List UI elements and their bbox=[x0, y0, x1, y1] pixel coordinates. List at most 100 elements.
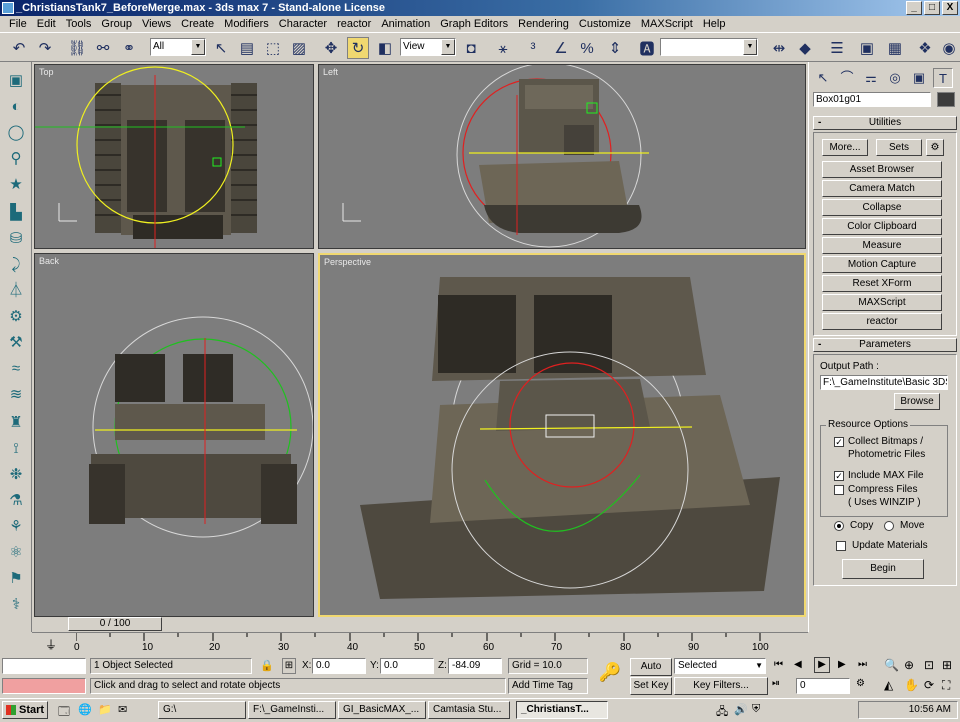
copy-radio[interactable] bbox=[834, 521, 844, 531]
next-frame-icon[interactable]: ▶ bbox=[838, 659, 846, 670]
helper-icon[interactable]: ⚒ bbox=[5, 332, 27, 354]
angle-snap-icon[interactable]: ∠ bbox=[550, 37, 572, 59]
maxscript-listener-output[interactable] bbox=[2, 678, 86, 694]
select-and-link-icon[interactable]: ⛓ bbox=[66, 37, 88, 59]
current-frame-field[interactable]: 0 bbox=[796, 678, 850, 694]
lock-icon[interactable]: 🔒 bbox=[260, 659, 274, 672]
menu-rendering[interactable]: Rendering bbox=[513, 16, 574, 32]
unlink-icon[interactable]: ⚯ bbox=[92, 37, 114, 59]
space-warp-icon[interactable]: ⚘ bbox=[5, 516, 27, 538]
track-bar[interactable]: ⏚ 0 10 20 30 40 50 60 70 80 90 100 bbox=[32, 632, 808, 656]
bone-icon[interactable]: ⟟ bbox=[5, 438, 27, 460]
taskbar-item[interactable]: Camtasia Stu... bbox=[428, 701, 510, 719]
begin-button[interactable]: Begin bbox=[842, 559, 924, 579]
tray-icon[interactable]: 🔊 bbox=[734, 703, 748, 716]
menu-graph-editors[interactable]: Graph Editors bbox=[435, 16, 513, 32]
reactor-icon[interactable]: ⚛ bbox=[5, 542, 27, 564]
color-clipboard-button[interactable]: Color Clipboard bbox=[822, 218, 942, 235]
menu-character[interactable]: Character bbox=[274, 16, 332, 32]
time-configuration-icon[interactable]: ⚙ bbox=[856, 678, 865, 689]
utilities-tab-icon[interactable]: T bbox=[933, 68, 953, 88]
key-filters-button[interactable]: Key Filters... bbox=[674, 677, 768, 695]
viewport-top[interactable]: Top bbox=[34, 64, 314, 249]
select-and-scale-icon[interactable]: ◧ bbox=[374, 37, 396, 59]
play-icon[interactable]: ▶ bbox=[814, 657, 830, 673]
select-and-rotate-icon[interactable]: ↻ bbox=[347, 37, 369, 59]
select-by-name-icon[interactable]: ▤ bbox=[236, 37, 258, 59]
viewport-label-top[interactable]: Top bbox=[39, 67, 54, 77]
configure-sets-icon[interactable]: ⚙ bbox=[926, 139, 944, 156]
viewport-left[interactable]: Left bbox=[318, 64, 806, 249]
align-icon[interactable]: ◆ bbox=[794, 37, 816, 59]
z-coordinate-field[interactable]: -84.09 bbox=[448, 658, 502, 674]
named-selection-dropdown[interactable]: ▼ bbox=[660, 38, 758, 56]
object-name-field[interactable]: Box01g01 bbox=[813, 92, 931, 107]
viewport-label-left[interactable]: Left bbox=[323, 67, 338, 77]
layer-manager-icon[interactable]: ☰ bbox=[826, 37, 848, 59]
light-icon[interactable]: ⚲ bbox=[5, 148, 27, 170]
viewport-back[interactable]: Back bbox=[34, 253, 314, 617]
move-radio[interactable] bbox=[884, 521, 894, 531]
quick-launch-icon[interactable]: ✉ bbox=[118, 703, 127, 716]
box-icon[interactable]: ▣ bbox=[5, 70, 27, 92]
maximize-viewport-icon[interactable]: ⛶ bbox=[942, 678, 950, 693]
browse-button[interactable]: Browse bbox=[894, 393, 940, 410]
update-materials-checkbox[interactable] bbox=[836, 541, 846, 551]
reference-coordinate-dropdown[interactable]: View ▼ bbox=[400, 38, 456, 56]
menu-customize[interactable]: Customize bbox=[574, 16, 636, 32]
start-button[interactable]: Start bbox=[2, 701, 48, 719]
undo-icon[interactable]: ↶ bbox=[8, 37, 30, 59]
motion-capture-button[interactable]: Motion Capture bbox=[822, 256, 942, 273]
menu-reactor[interactable]: reactor bbox=[332, 16, 376, 32]
camera-match-button[interactable]: Camera Match bbox=[822, 180, 942, 197]
mirror-icon[interactable]: ⇹ bbox=[768, 37, 790, 59]
redo-icon[interactable]: ↷ bbox=[34, 37, 56, 59]
parameters-rollout-header[interactable]: - Parameters bbox=[813, 338, 957, 352]
go-to-end-icon[interactable]: ⏭ bbox=[858, 659, 867, 670]
track-view-icon[interactable]: ⏚ bbox=[44, 636, 58, 652]
camera-icon[interactable]: ▙ bbox=[5, 202, 27, 224]
key-mode-toggle-icon[interactable]: ⏯ bbox=[772, 678, 780, 689]
schematic-view-icon[interactable]: ▦ bbox=[884, 37, 906, 59]
taskbar-item-active[interactable]: _ChristiansT... bbox=[516, 701, 608, 719]
add-time-tag[interactable]: Add Time Tag bbox=[508, 678, 588, 694]
select-and-move-icon[interactable]: ✥ bbox=[320, 37, 342, 59]
previous-frame-icon[interactable]: ◀ bbox=[794, 659, 802, 670]
taper-modifier-icon[interactable]: ⏃ bbox=[5, 280, 27, 302]
compress-files-checkbox[interactable] bbox=[834, 485, 844, 495]
render-icon[interactable]: ◉ bbox=[938, 37, 960, 59]
menu-edit[interactable]: Edit bbox=[32, 16, 61, 32]
taskbar-item[interactable]: F:\_GameInsti... bbox=[248, 701, 336, 719]
output-path-field[interactable]: F:\_GameInstitute\Basic 3DS bbox=[820, 375, 948, 390]
key-mode-dropdown[interactable]: Selected ▼ bbox=[674, 658, 766, 674]
rectangular-selection-icon[interactable]: ⬚ bbox=[262, 37, 284, 59]
curve-editor-icon[interactable]: ▣ bbox=[856, 37, 878, 59]
arc-rotate-icon[interactable]: ⟳ bbox=[924, 678, 934, 692]
maxscript-button[interactable]: MAXScript bbox=[822, 294, 942, 311]
ripple-icon[interactable]: ≋ bbox=[5, 384, 27, 406]
zoom-all-icon[interactable]: ⊕ bbox=[904, 658, 914, 672]
bind-space-warp-icon[interactable]: ⚭ bbox=[118, 37, 140, 59]
particle-icon[interactable]: ❉ bbox=[5, 464, 27, 486]
x-coordinate-field[interactable]: 0.0 bbox=[312, 658, 366, 674]
absolute-mode-icon[interactable]: ⊞ bbox=[282, 658, 296, 674]
taskbar-item[interactable]: G:\ bbox=[158, 701, 246, 719]
percent-snap-icon[interactable]: % bbox=[576, 37, 598, 59]
sphere-icon[interactable]: ◐ bbox=[5, 96, 27, 118]
object-color-swatch[interactable] bbox=[937, 92, 955, 107]
create-tab-icon[interactable]: ↖ bbox=[813, 68, 833, 88]
time-slider[interactable]: 0 / 100 bbox=[32, 617, 808, 632]
spinner-snap-icon[interactable]: ⇕ bbox=[604, 37, 626, 59]
menu-group[interactable]: Group bbox=[96, 16, 137, 32]
snap-toggle-icon[interactable]: ³ bbox=[522, 37, 544, 59]
key-icon[interactable]: 🔑 bbox=[596, 662, 624, 683]
viewport-label-perspective[interactable]: Perspective bbox=[324, 257, 371, 267]
zoom-icon[interactable]: 🔍 bbox=[884, 658, 899, 672]
select-manipulate-icon[interactable]: ⚹ bbox=[492, 37, 514, 59]
bend-modifier-icon[interactable]: ⤸ bbox=[5, 254, 27, 276]
edit-named-selection-icon[interactable]: 🅰 bbox=[636, 37, 658, 59]
dynamics-icon[interactable]: ⚗ bbox=[5, 490, 27, 512]
tray-icon[interactable]: 🖧 bbox=[716, 703, 728, 722]
cloth-icon[interactable]: ⚑ bbox=[5, 568, 27, 590]
material-editor-icon[interactable]: ❖ bbox=[914, 37, 936, 59]
